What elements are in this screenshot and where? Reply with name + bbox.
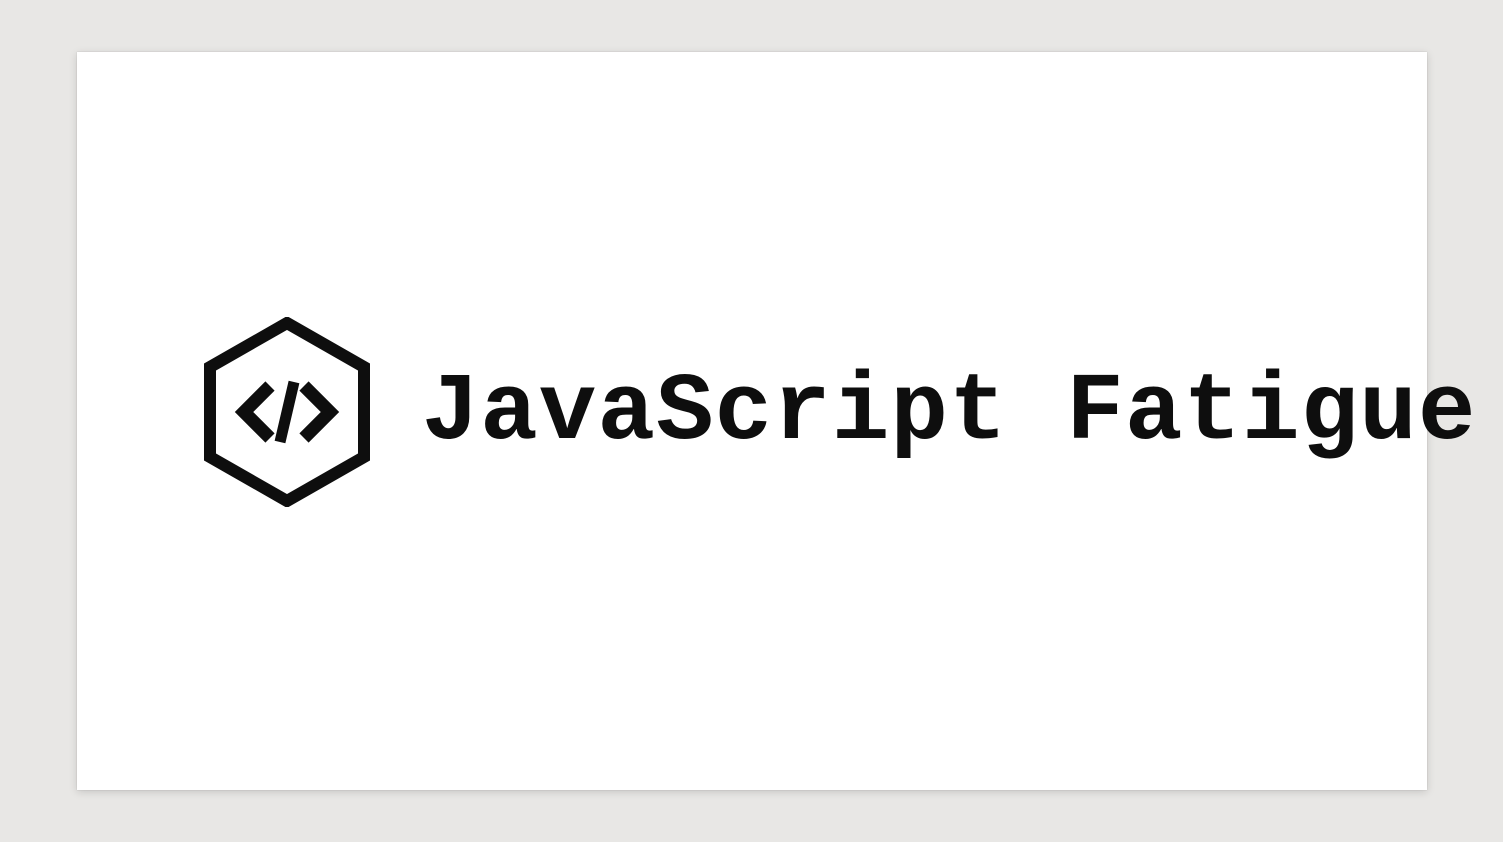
slide-title: JavaScript Fatigue: [422, 358, 1477, 467]
slide-card: JavaScript Fatigue: [77, 52, 1427, 790]
slide-content-row: JavaScript Fatigue: [202, 317, 1477, 507]
code-hexagon-icon: [202, 317, 372, 507]
